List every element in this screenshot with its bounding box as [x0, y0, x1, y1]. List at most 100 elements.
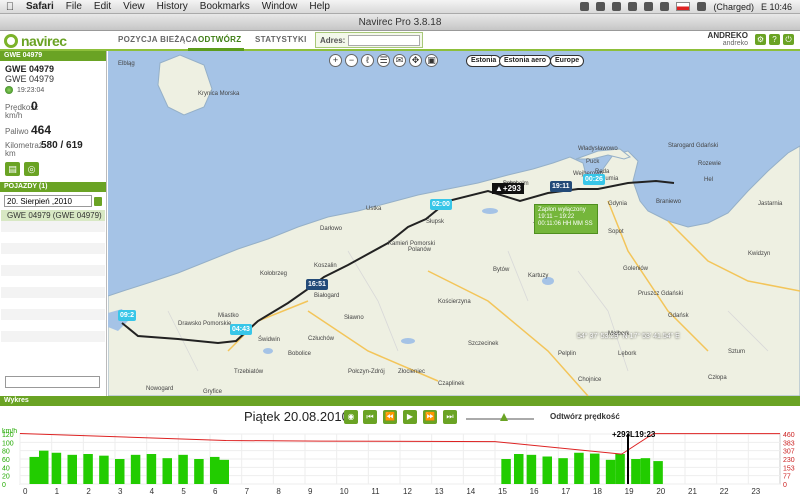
car-icon[interactable]: ▤: [5, 162, 20, 176]
pan-icon[interactable]: ✥: [409, 54, 422, 67]
left-panel: GWE 04979 GWE 04979 GWE 04979 19:23:04 P…: [0, 51, 107, 396]
settings-icon[interactable]: ⚙: [755, 34, 766, 45]
layers-icon[interactable]: ☰: [377, 54, 390, 67]
vehicle-name: GWE 04979: [5, 64, 55, 74]
vehicle-list-empty-row: [1, 287, 105, 298]
address-input[interactable]: [348, 34, 421, 46]
x-tick-label: 1: [55, 487, 60, 496]
town-label: Jastarnia: [758, 201, 783, 207]
tray-icon-3[interactable]: [612, 2, 622, 11]
vehicle-list-empty-row: [1, 221, 105, 232]
locate-icon[interactable]: ◎: [24, 162, 39, 176]
town-label: Sztum: [728, 349, 746, 355]
vehicle-filter-input[interactable]: [5, 376, 100, 388]
speed-bar: [178, 454, 188, 484]
lake: [482, 208, 498, 214]
menu-app-name[interactable]: Safari: [20, 1, 60, 12]
town-label: Gryfice: [203, 389, 223, 395]
speed-bar: [115, 459, 125, 484]
town-label: Krynica Morska: [198, 91, 240, 97]
apple-icon[interactable]: : [0, 1, 20, 13]
map-coordinates: 54° 37' 53.29" N 17° 53' 41.54" E: [577, 333, 680, 340]
town-label: Gdańsk: [668, 313, 689, 319]
route-time-tag[interactable]: 00:26: [583, 174, 605, 185]
fuel-marker[interactable]: ▲+293: [492, 183, 524, 194]
vehicle-list-empty-row: [1, 309, 105, 320]
menu-history[interactable]: History: [151, 1, 194, 12]
route-time-tag[interactable]: 09:2: [118, 310, 137, 321]
logo-text: navirec: [21, 33, 67, 49]
town-label: Rozewie: [698, 161, 722, 167]
speed-mode-icon[interactable]: ◉: [344, 410, 358, 424]
speed-bar: [501, 459, 511, 484]
x-tick-label: 9: [308, 487, 313, 496]
route-time-tag[interactable]: 04:43: [230, 324, 252, 335]
menu-view[interactable]: View: [117, 1, 151, 12]
skip-end-icon[interactable]: ⏭: [443, 410, 457, 424]
fullscreen-icon[interactable]: ▣: [425, 54, 438, 67]
town-label: Drawsko Pomorskie: [178, 321, 232, 327]
speed-bar: [526, 454, 537, 484]
y-right-tick-label: 0: [783, 482, 787, 489]
town-label: Słupsk: [426, 219, 445, 225]
tray-icon-2[interactable]: [596, 2, 606, 11]
map-view[interactable]: ŁebaWładysławowoPuckRedaWejherowoRumiaGd…: [108, 51, 800, 396]
layer-estonia-aero-button[interactable]: Estonia aero: [499, 55, 552, 67]
map-canvas[interactable]: [108, 51, 800, 396]
fuel-value: 464: [31, 123, 52, 137]
fast-forward-icon[interactable]: ⏩: [423, 410, 437, 424]
speed-fuel-chart[interactable]: 0 1 2 3 4 5 6 7 8 9 10 11 12 13 14 15 16 17 18 19 20 21 22 2302…: [0, 428, 800, 500]
help-icon[interactable]: ?: [769, 34, 780, 45]
x-tick-label: 13: [435, 487, 444, 496]
menu-edit[interactable]: Edit: [88, 1, 117, 12]
menu-help[interactable]: Help: [303, 1, 336, 12]
vehicle-list-empty-row: [1, 243, 105, 254]
speed-bar: [130, 454, 141, 484]
tab-odtworz[interactable]: ODTWÓRZ: [198, 35, 241, 44]
input-source-flag-icon[interactable]: [676, 2, 691, 11]
vehicle-list-item[interactable]: GWE 04979 (GWE 04979): [1, 210, 105, 221]
battery-icon[interactable]: [697, 2, 707, 11]
calendar-icon[interactable]: [94, 196, 102, 206]
menu-file[interactable]: File: [60, 1, 88, 12]
vehicle-sub: GWE 04979: [5, 74, 55, 84]
route-time-tag[interactable]: 02:00: [430, 199, 452, 210]
town-label: Lębork: [618, 351, 637, 357]
x-tick-label: 6: [213, 487, 218, 496]
layer-europe-button[interactable]: Europe: [550, 55, 585, 67]
speed-bar: [615, 454, 625, 484]
tray-icon-1[interactable]: [580, 2, 590, 11]
route-time-tag[interactable]: 16:51: [306, 279, 328, 290]
time-machine-icon[interactable]: [628, 2, 638, 11]
logo-icon: [4, 34, 18, 48]
tab-pozycja-biezaca[interactable]: POZYCJA BIEŻĄCA: [118, 35, 198, 44]
y-left-tick-label: 60: [2, 457, 10, 464]
play-icon[interactable]: ▶: [403, 410, 417, 424]
date-input[interactable]: [4, 195, 92, 207]
x-tick-label: 3: [118, 487, 123, 496]
skip-start-icon[interactable]: ⏮: [363, 410, 377, 424]
route-time-tag[interactable]: 19:11: [550, 181, 572, 192]
ruler-icon[interactable]: ℓ: [361, 54, 374, 67]
town-label: Gdynia: [608, 201, 628, 207]
wifi-icon[interactable]: [660, 2, 670, 11]
menu-window[interactable]: Window: [256, 1, 304, 12]
menubar-clock[interactable]: E 10:46: [761, 2, 792, 12]
x-tick-label: 22: [720, 487, 729, 496]
zoom-in-icon[interactable]: +: [329, 54, 342, 67]
layer-estonia-button[interactable]: Estonia: [466, 55, 502, 67]
ignition-title: Zapłon wyłączony: [538, 207, 586, 213]
navirec-logo: navirec: [4, 33, 67, 49]
playback-speed-knob[interactable]: [500, 413, 508, 421]
tab-statystyki[interactable]: STATYSTYKI: [255, 35, 307, 44]
rewind-icon[interactable]: ⏪: [383, 410, 397, 424]
os-menubar:  Safari File Edit View History Bookmark…: [0, 0, 800, 14]
x-tick-label: 18: [593, 487, 602, 496]
status-dot-icon: [5, 86, 13, 94]
bluetooth-icon[interactable]: [644, 2, 654, 11]
zoom-out-icon[interactable]: −: [345, 54, 358, 67]
mail-icon[interactable]: ✉: [393, 54, 406, 67]
menu-bookmarks[interactable]: Bookmarks: [194, 1, 256, 12]
power-icon[interactable]: ⏻: [783, 34, 794, 45]
ignition-popup[interactable]: Zapłon wyłączony 19:11 – 19:22 00:11:06 …: [534, 204, 598, 234]
